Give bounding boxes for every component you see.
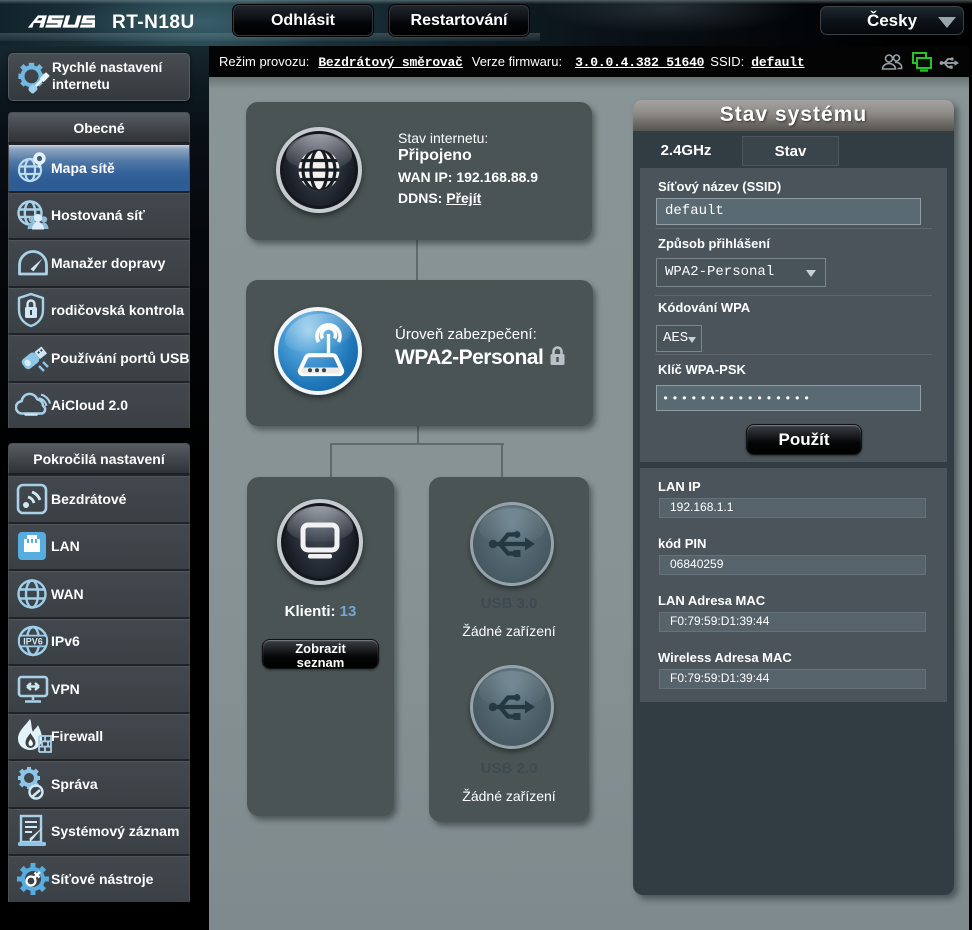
svg-text:IPV6: IPV6	[23, 637, 43, 647]
